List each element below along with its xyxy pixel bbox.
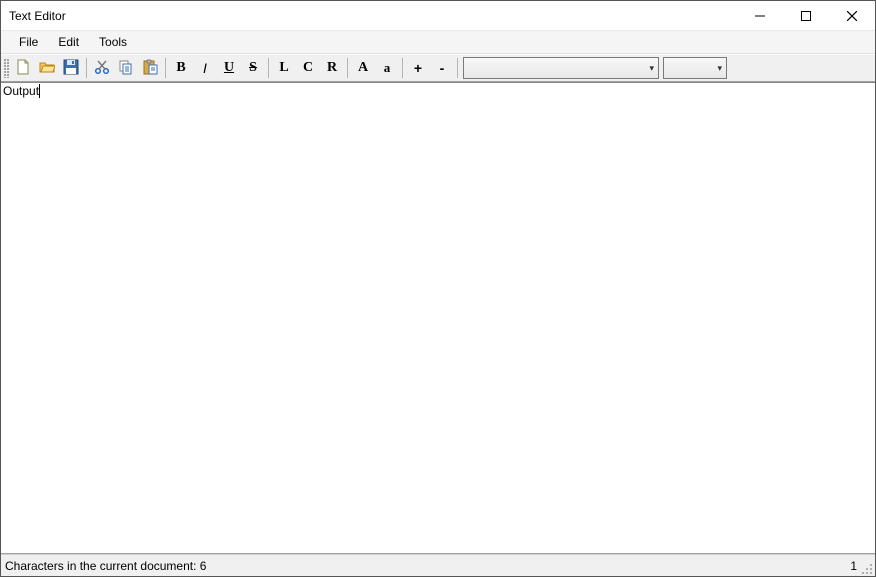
strike-icon: S <box>247 60 259 76</box>
minimize-button[interactable] <box>737 1 783 30</box>
text-caret <box>39 84 40 98</box>
copy-button[interactable] <box>115 57 137 79</box>
app-window: Text Editor File Edit Tools <box>0 0 876 577</box>
toolbar-separator <box>165 58 166 78</box>
statusbar: Characters in the current document: 6 1 <box>1 554 875 576</box>
maximize-button[interactable] <box>783 1 829 30</box>
editor-text: Output <box>3 84 39 98</box>
editor-content[interactable]: Output <box>1 83 875 553</box>
bold-button[interactable]: B <box>170 57 192 79</box>
close-button[interactable] <box>829 1 875 30</box>
align-right-button[interactable]: R <box>321 57 343 79</box>
menu-edit[interactable]: Edit <box>48 31 89 53</box>
plus-icon: + <box>412 60 424 76</box>
window-title: Text Editor <box>1 9 737 23</box>
toolbar-separator <box>457 58 458 78</box>
titlebar: Text Editor <box>1 1 875 31</box>
italic-button[interactable]: I <box>194 57 216 79</box>
open-folder-icon <box>39 59 55 78</box>
toolbar-separator <box>268 58 269 78</box>
font-size-down-button[interactable]: - <box>431 57 453 79</box>
paste-icon <box>142 59 158 78</box>
bold-icon: B <box>175 60 187 76</box>
copy-icon <box>118 59 134 78</box>
cut-button[interactable] <box>91 57 113 79</box>
save-file-button[interactable] <box>60 57 82 79</box>
toolbar-separator <box>402 58 403 78</box>
italic-icon: I <box>199 60 211 76</box>
menubar: File Edit Tools <box>1 31 875 54</box>
font-size-combo[interactable]: ▾ <box>663 57 727 79</box>
toolbar-separator <box>86 58 87 78</box>
open-file-button[interactable] <box>36 57 58 79</box>
underline-button[interactable]: U <box>218 57 240 79</box>
chevron-down-icon: ▾ <box>649 63 654 74</box>
resize-grip[interactable] <box>861 563 873 575</box>
align-right-icon: R <box>326 60 338 76</box>
toolbar: B I U S L C R A a + - ▾ ▾ <box>1 54 875 82</box>
font-size-up-button[interactable]: + <box>407 57 429 79</box>
menu-tools[interactable]: Tools <box>89 31 137 53</box>
lowercase-icon: a <box>381 60 393 76</box>
toolbar-separator <box>347 58 348 78</box>
window-controls <box>737 1 875 30</box>
align-center-icon: C <box>302 60 314 76</box>
align-center-button[interactable]: C <box>297 57 319 79</box>
save-disk-icon <box>63 59 79 78</box>
uppercase-button[interactable]: A <box>352 57 374 79</box>
new-file-icon <box>15 59 31 78</box>
menu-file[interactable]: File <box>9 31 48 53</box>
uppercase-icon: A <box>357 60 369 76</box>
toolbar-grip <box>4 58 9 78</box>
status-char-count: Characters in the current document: 6 <box>5 559 850 573</box>
underline-icon: U <box>223 60 235 76</box>
strike-button[interactable]: S <box>242 57 264 79</box>
align-left-button[interactable]: L <box>273 57 295 79</box>
minus-icon: - <box>436 60 448 76</box>
scissors-icon <box>94 59 110 78</box>
chevron-down-icon: ▾ <box>717 63 722 74</box>
paste-button[interactable] <box>139 57 161 79</box>
editor-area[interactable]: Output <box>1 82 875 554</box>
font-family-combo[interactable]: ▾ <box>463 57 659 79</box>
new-file-button[interactable] <box>12 57 34 79</box>
lowercase-button[interactable]: a <box>376 57 398 79</box>
align-left-icon: L <box>278 60 290 76</box>
